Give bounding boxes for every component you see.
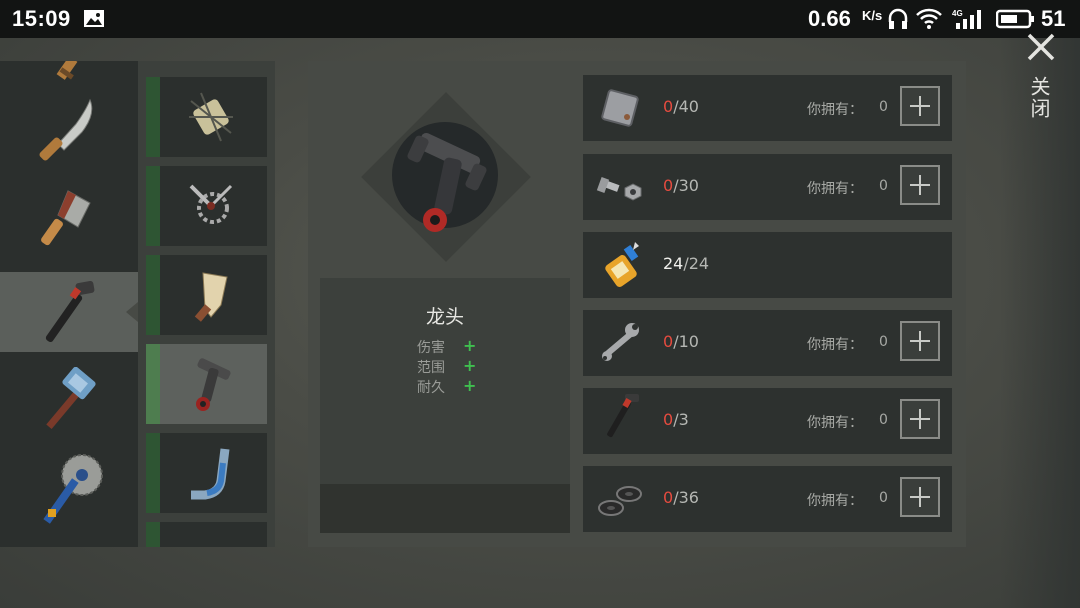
add-button[interactable] bbox=[900, 399, 940, 439]
requirement-row-glue: 24/24 bbox=[583, 232, 952, 298]
tool-item-saw-mace[interactable] bbox=[0, 449, 138, 529]
owned-label: 你拥有： bbox=[807, 415, 863, 431]
add-button[interactable] bbox=[900, 165, 940, 205]
net-speed-unit: K/s bbox=[862, 8, 883, 23]
tap-pipe-large-icon bbox=[407, 132, 487, 232]
owned-value: 0 bbox=[879, 334, 888, 350]
cleaver-icon bbox=[41, 190, 91, 246]
owned-label: 你拥有： bbox=[807, 181, 863, 197]
spiked-roll-icon bbox=[189, 92, 233, 142]
stat-range-plus: + bbox=[463, 356, 477, 375]
part-item-gear-blades[interactable] bbox=[146, 166, 267, 246]
bent-pipe-icon bbox=[191, 448, 230, 500]
stat-durability-plus: + bbox=[463, 376, 477, 395]
part-item-bar bbox=[146, 166, 160, 246]
part-item-tap-pipe[interactable] bbox=[146, 344, 267, 424]
stat-range-label: 范围 bbox=[417, 360, 445, 376]
selection-pointer bbox=[126, 302, 138, 322]
close-button-label[interactable]: 关闭 bbox=[1027, 76, 1054, 120]
machete-icon bbox=[39, 98, 93, 161]
svg-text:4G: 4G bbox=[952, 9, 963, 18]
pipe-wrench-icon bbox=[45, 281, 95, 343]
stat-durability-label: 耐久 bbox=[417, 380, 445, 396]
owned-value: 0 bbox=[879, 178, 888, 194]
add-button[interactable] bbox=[900, 86, 940, 126]
requirement-count: 0/30 bbox=[663, 176, 699, 195]
bone-club-icon bbox=[194, 272, 228, 322]
owned-value: 0 bbox=[879, 99, 888, 115]
owned-label: 你拥有： bbox=[807, 493, 863, 509]
part-item-bar bbox=[146, 344, 160, 424]
blade-icon bbox=[56, 61, 78, 80]
requirement-row-metal-plate: 0/40 你拥有： 0 bbox=[583, 75, 952, 141]
part-item-partial[interactable] bbox=[146, 522, 267, 547]
requirement-count: 0/10 bbox=[663, 332, 699, 351]
item-name: 龙头 bbox=[425, 306, 464, 328]
item-info-footer bbox=[320, 484, 570, 533]
battery-icon bbox=[996, 9, 1034, 29]
headphones-icon bbox=[888, 8, 908, 29]
stat-damage-label: 伤害 bbox=[417, 340, 445, 356]
add-button[interactable] bbox=[900, 477, 940, 517]
tap-pipe-icon bbox=[196, 358, 231, 411]
add-button[interactable] bbox=[900, 321, 940, 361]
requirement-count: 0/36 bbox=[663, 488, 699, 507]
signal-4g-icon: 4G bbox=[952, 9, 981, 29]
gear-blades-icon bbox=[189, 184, 233, 224]
tool-item-blade-partial[interactable] bbox=[0, 61, 138, 91]
part-item-spiked-roll[interactable] bbox=[146, 77, 267, 157]
status-bar: 15:09 0.66 K/s 4G 51 bbox=[0, 0, 1080, 38]
part-item-bone-club[interactable] bbox=[146, 255, 267, 335]
net-speed: 0.66 bbox=[808, 6, 851, 31]
owned-label: 你拥有： bbox=[807, 337, 863, 353]
requirement-row-washer: 0/36 你拥有： 0 bbox=[583, 466, 952, 532]
washer-icon bbox=[598, 486, 642, 516]
owned-value: 0 bbox=[879, 412, 888, 428]
requirement-count: 0/40 bbox=[663, 97, 699, 116]
close-icon[interactable] bbox=[1024, 30, 1058, 64]
owned-label: 你拥有： bbox=[807, 102, 863, 118]
partial-item-icon bbox=[181, 532, 241, 547]
owned-value: 0 bbox=[879, 490, 888, 506]
metal-plate-icon bbox=[601, 89, 639, 127]
tool-list bbox=[0, 61, 138, 547]
side-panel-edge bbox=[1000, 38, 1080, 608]
tool-item-pipe-wrench[interactable] bbox=[0, 272, 138, 352]
clock: 15:09 bbox=[12, 6, 71, 31]
tool-item-cleaver[interactable] bbox=[0, 175, 138, 255]
bolt-nut-icon bbox=[596, 177, 642, 201]
part-item-bent-pipe[interactable] bbox=[146, 433, 267, 513]
pipe-wrench-icon bbox=[607, 394, 639, 438]
item-preview bbox=[361, 92, 531, 262]
hammer-icon bbox=[46, 367, 96, 429]
wrench-icon bbox=[602, 323, 639, 361]
part-item-bar bbox=[146, 255, 160, 335]
part-item-bar bbox=[146, 522, 160, 547]
tool-item-machete[interactable] bbox=[0, 88, 138, 168]
requirement-row-pipe-wrench: 0/3 你拥有： 0 bbox=[583, 388, 952, 454]
requirement-count: 24/24 bbox=[663, 254, 710, 273]
wifi-icon bbox=[916, 8, 942, 29]
stat-damage-plus: + bbox=[463, 336, 477, 355]
requirement-count: 0/3 bbox=[663, 410, 689, 429]
part-item-bar bbox=[146, 433, 160, 513]
tool-item-hammer[interactable] bbox=[0, 361, 138, 441]
battery-level: 51 bbox=[1041, 6, 1066, 31]
saw-mace-icon bbox=[43, 454, 103, 524]
image-icon bbox=[84, 10, 104, 27]
requirement-row-wrench: 0/10 你拥有： 0 bbox=[583, 310, 952, 376]
requirement-row-bolt-nut: 0/30 你拥有： 0 bbox=[583, 154, 952, 220]
part-item-bar bbox=[146, 77, 160, 157]
glue-icon bbox=[605, 242, 639, 287]
